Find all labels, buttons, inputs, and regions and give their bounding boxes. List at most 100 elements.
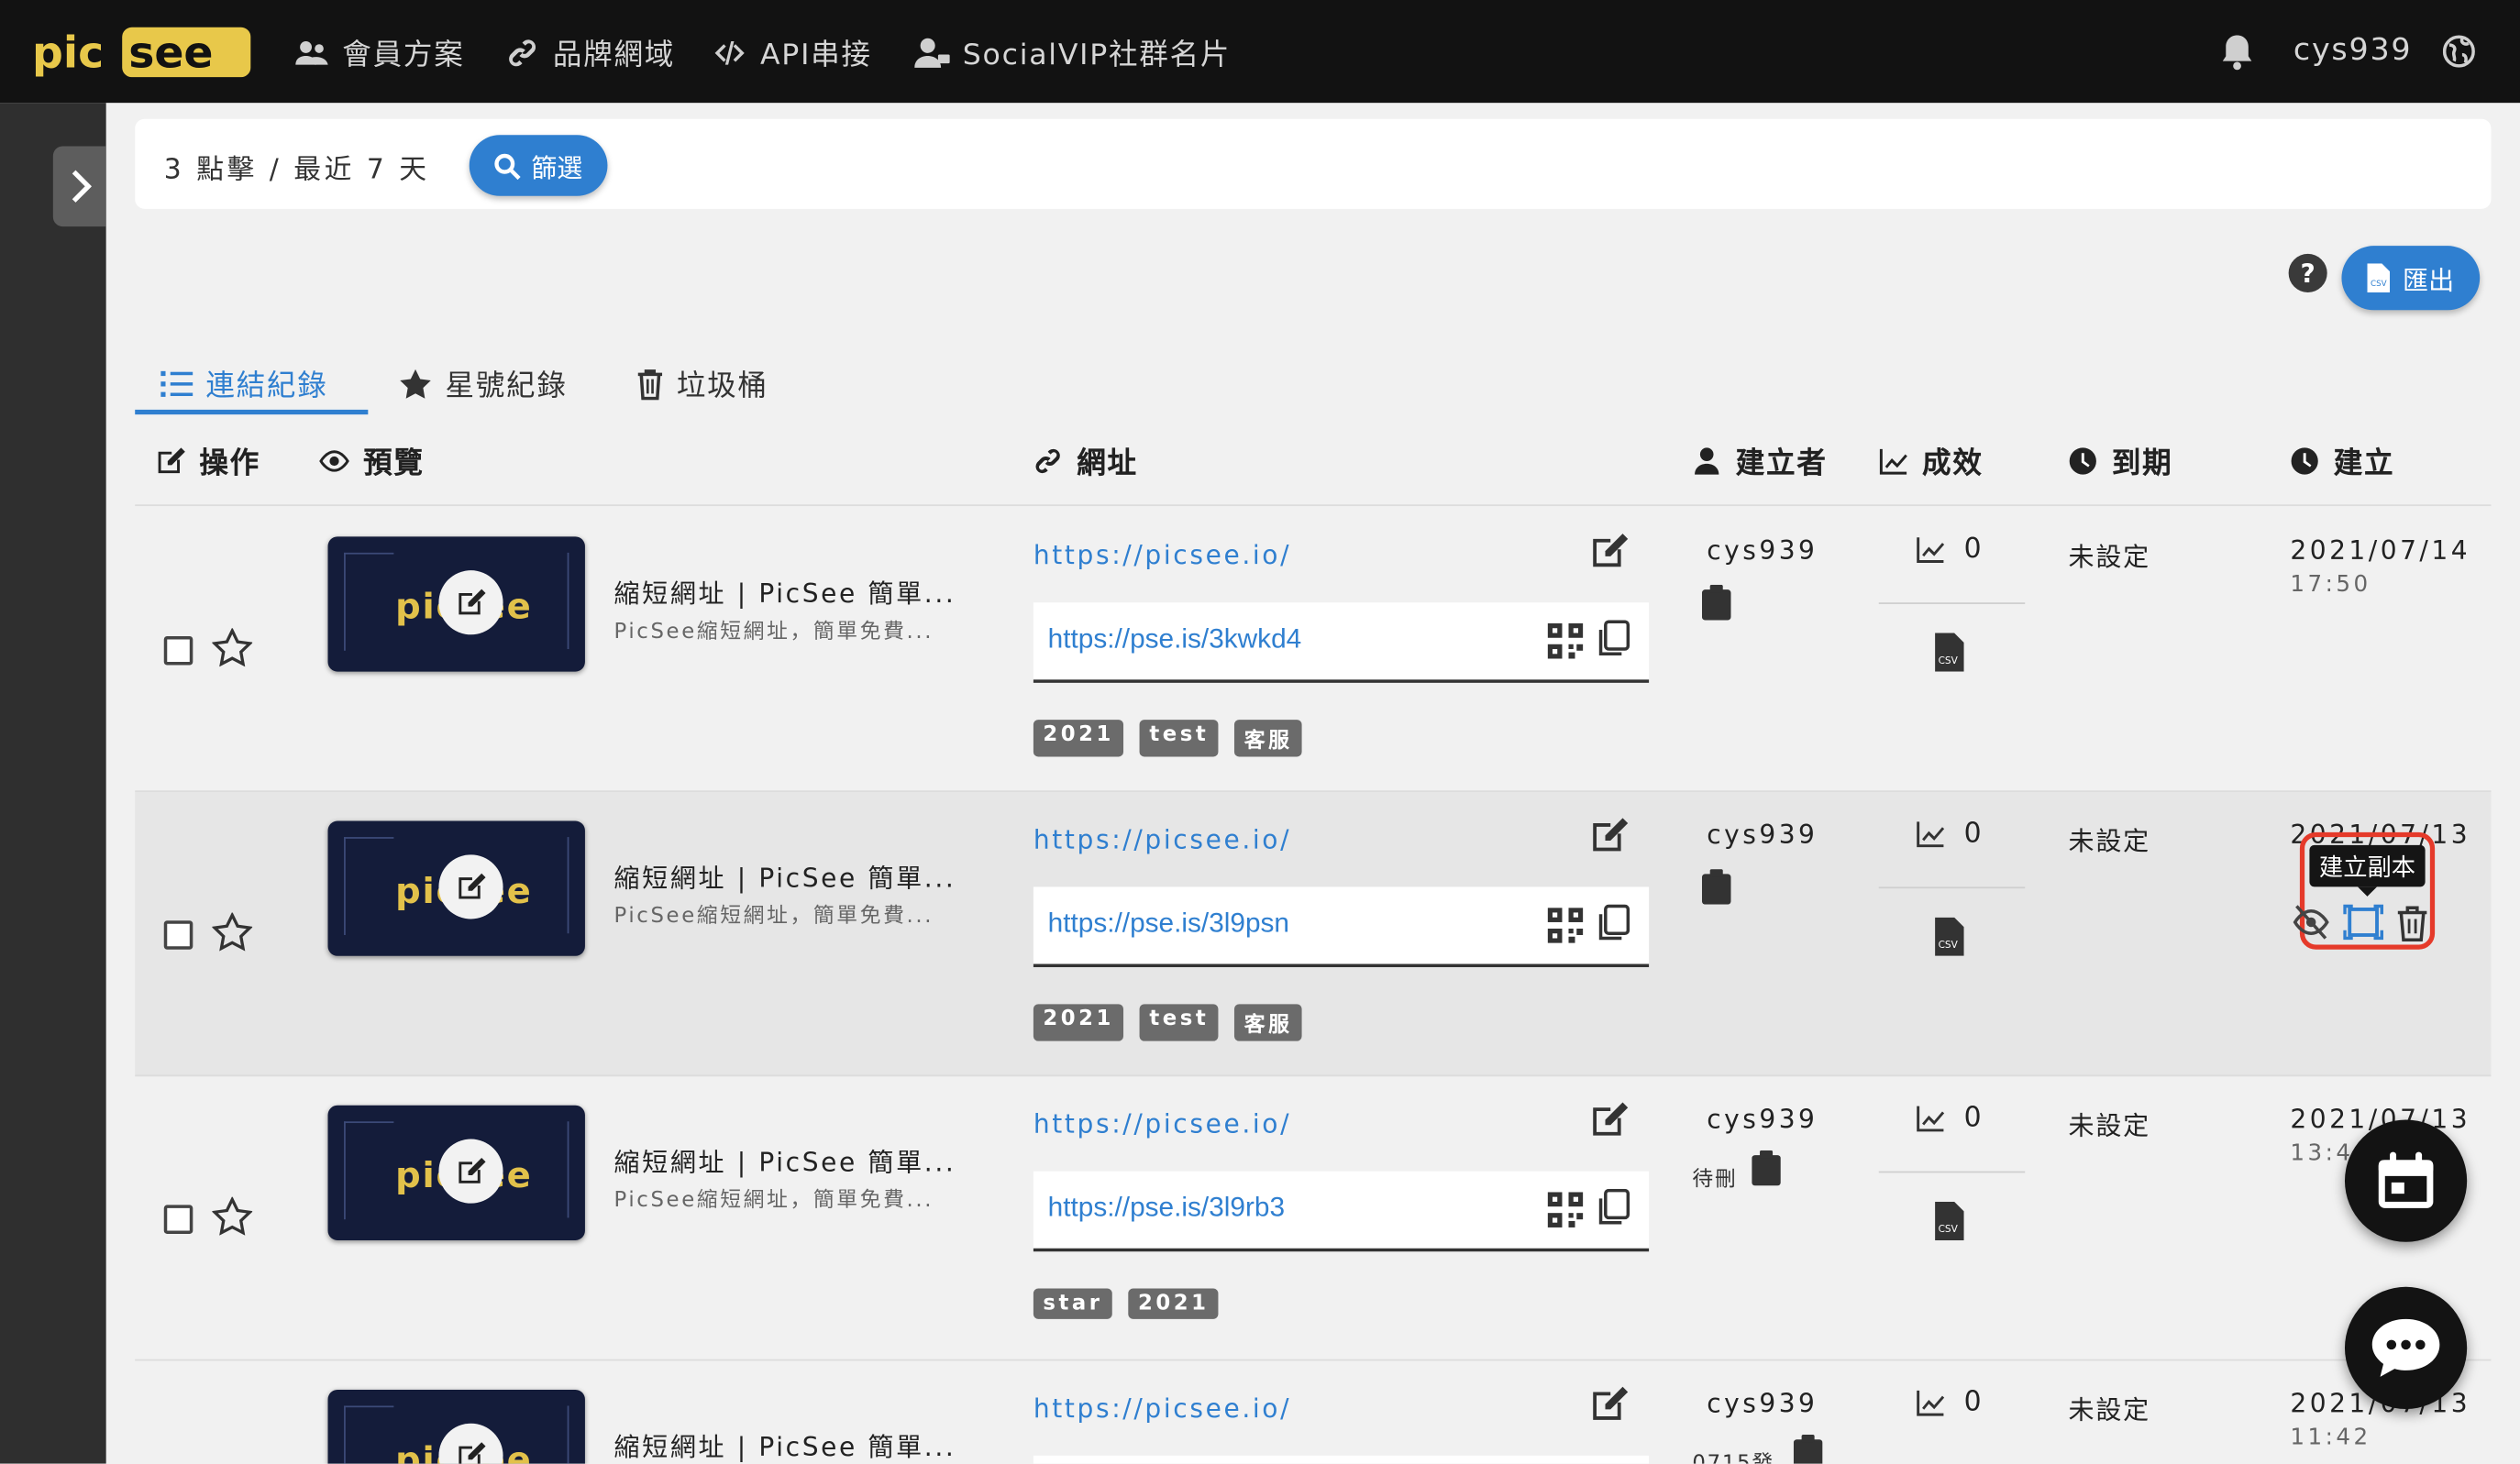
tag-badge[interactable]: 2021 [1033, 720, 1124, 757]
help-icon[interactable]: ? [2288, 253, 2327, 292]
performance-divider [1878, 1171, 2026, 1173]
preview-title: 縮短網址 | PicSee 簡單... [613, 1431, 956, 1462]
picsee-logo[interactable]: pic see [29, 26, 251, 79]
clipboard-icon[interactable] [1752, 1150, 1781, 1186]
edit-preview-button[interactable] [438, 1139, 503, 1204]
edit-icon[interactable] [1586, 815, 1631, 857]
tab-trash[interactable]: 垃圾桶 [636, 357, 768, 412]
calendar-fab-button[interactable] [2344, 1119, 2468, 1242]
tag-badge[interactable]: 客服 [1234, 720, 1302, 757]
star-outline-icon[interactable] [212, 628, 253, 667]
duplicate-icon[interactable] [2343, 904, 2384, 941]
preview-title: 縮短網址 | PicSee 簡單... [613, 863, 956, 894]
export-button[interactable]: CSV 匯出 [2341, 246, 2481, 311]
user-name[interactable]: cys939 [2293, 32, 2412, 68]
creator-note: 待刪 [1692, 1168, 1738, 1193]
short-url-text[interactable]: https://pse.is/3l9psn [1048, 908, 1289, 940]
bell-icon[interactable] [2219, 32, 2255, 71]
performance-stat[interactable]: 0 [1913, 1102, 1982, 1134]
creator-name: cys939 [1707, 1388, 1818, 1419]
trash-icon[interactable] [2396, 905, 2428, 941]
edit-icon[interactable] [1586, 530, 1631, 572]
filter-button[interactable]: 篩選 [469, 135, 608, 196]
performance-stat[interactable]: 0 [1913, 1386, 1982, 1419]
row-checkbox[interactable] [163, 1205, 193, 1234]
row-checkbox[interactable] [163, 920, 193, 950]
nav-item-socialvip[interactable]: SocialVIP社群名片 [914, 32, 1231, 74]
tag-badge[interactable]: star [1033, 1288, 1113, 1319]
created-time: 13:4 [2290, 1140, 2354, 1167]
short-url-field[interactable] [1033, 1455, 1650, 1464]
clipboard-icon[interactable] [1701, 584, 1731, 621]
nav-label: 會員方案 [342, 39, 465, 72]
original-url-link[interactable]: https://picsee.io/ [1033, 1108, 1291, 1139]
link-icon [1035, 448, 1060, 474]
star-outline-icon[interactable] [212, 912, 253, 952]
column-header-expire: 到期 [2067, 440, 2173, 482]
click-count: 0 [1963, 533, 1982, 566]
original-url-link[interactable]: https://picsee.io/ [1033, 824, 1291, 854]
tag-list: 2021 test 客服 [1033, 1004, 1302, 1041]
edit-icon[interactable] [1586, 1383, 1631, 1425]
globe-icon[interactable] [2442, 35, 2475, 68]
short-url-text[interactable]: https://pse.is/3kwkd4 [1048, 623, 1302, 655]
nav-item-membership[interactable]: 會員方案 [294, 32, 465, 74]
clipboard-icon[interactable] [1701, 869, 1731, 905]
edit-preview-button[interactable] [438, 854, 503, 919]
short-url-field[interactable]: https://pse.is/3l9psn [1033, 886, 1650, 968]
clipboard-icon[interactable] [1793, 1435, 1823, 1464]
short-url-field[interactable]: https://pse.is/3l9rb3 [1033, 1171, 1650, 1252]
nav-label: SocialVIP社群名片 [962, 39, 1232, 72]
thumbnail-decoration [532, 1405, 569, 1464]
original-url-link[interactable]: https://picsee.io/ [1033, 540, 1291, 570]
users-icon [295, 40, 328, 65]
copy-icon[interactable] [1596, 904, 1631, 943]
tag-list: 2021 test 客服 [1033, 720, 1302, 757]
created-time: 11:42 [2290, 1425, 2371, 1451]
chat-fab-button[interactable] [2344, 1286, 2468, 1409]
table-row: picsee 縮短網址 | PicSee 簡單... PicSee縮短網址，簡單… [135, 508, 2491, 792]
click-count: 0 [1963, 1386, 1982, 1419]
filter-summary: 3 點擊 / 最近 7 天 [163, 154, 430, 187]
tab-starred[interactable]: 星號紀錄 [399, 357, 568, 412]
sidebar-toggle-button[interactable] [52, 146, 106, 227]
tag-badge[interactable]: 2021 [1033, 1004, 1124, 1041]
qr-code-icon[interactable] [1547, 622, 1584, 659]
performance-stat[interactable]: 0 [1913, 534, 1982, 566]
tag-badge[interactable]: test [1139, 720, 1219, 757]
performance-divider [1878, 602, 2026, 604]
nav-item-api[interactable]: API串接 [712, 32, 871, 74]
performance-stat[interactable]: 0 [1913, 818, 1982, 850]
qr-code-icon[interactable] [1547, 908, 1584, 943]
nav-item-brand-domain[interactable]: 品牌網域 [504, 32, 675, 74]
edit-icon[interactable] [1586, 1099, 1631, 1141]
tag-badge[interactable]: 2021 [1128, 1288, 1220, 1319]
original-url-link[interactable]: https://picsee.io/ [1033, 1392, 1291, 1423]
creator-name: cys939 [1707, 1104, 1818, 1135]
edit-icon [459, 1158, 486, 1183]
preview-thumbnail[interactable]: picsee [327, 1105, 585, 1240]
preview-thumbnail[interactable]: picsee [327, 536, 585, 672]
column-header-label: 建立者 [1735, 446, 1828, 481]
preview-thumbnail[interactable]: picsee [327, 1389, 585, 1464]
short-url-text[interactable]: https://pse.is/3l9rb3 [1048, 1192, 1285, 1224]
star-outline-icon[interactable] [212, 1196, 253, 1236]
short-url-field[interactable]: https://pse.is/3kwkd4 [1033, 602, 1650, 683]
qr-code-icon[interactable] [1547, 1192, 1584, 1227]
column-header-performance: 成效 [1877, 440, 1984, 482]
tag-badge[interactable]: 客服 [1234, 1004, 1302, 1041]
tag-badge[interactable]: test [1139, 1004, 1219, 1041]
row-checkbox[interactable] [163, 636, 193, 666]
created-date: 2021/07/14 [2290, 534, 2471, 566]
preview-description: PicSee縮短網址，簡單免費... [613, 1188, 934, 1214]
csv-file-icon[interactable]: CSV [1935, 633, 1964, 672]
preview-thumbnail[interactable]: picsee [327, 820, 585, 956]
copy-icon[interactable] [1596, 620, 1631, 658]
copy-icon[interactable] [1596, 1188, 1631, 1227]
tab-link-records[interactable]: 連結紀錄 [160, 357, 327, 412]
csv-file-icon[interactable]: CSV [1935, 917, 1964, 956]
edit-preview-button[interactable] [438, 570, 503, 635]
eye-slash-icon[interactable] [2292, 905, 2330, 941]
csv-file-icon[interactable]: CSV [1935, 1201, 1964, 1240]
edit-preview-button[interactable] [438, 1423, 503, 1464]
